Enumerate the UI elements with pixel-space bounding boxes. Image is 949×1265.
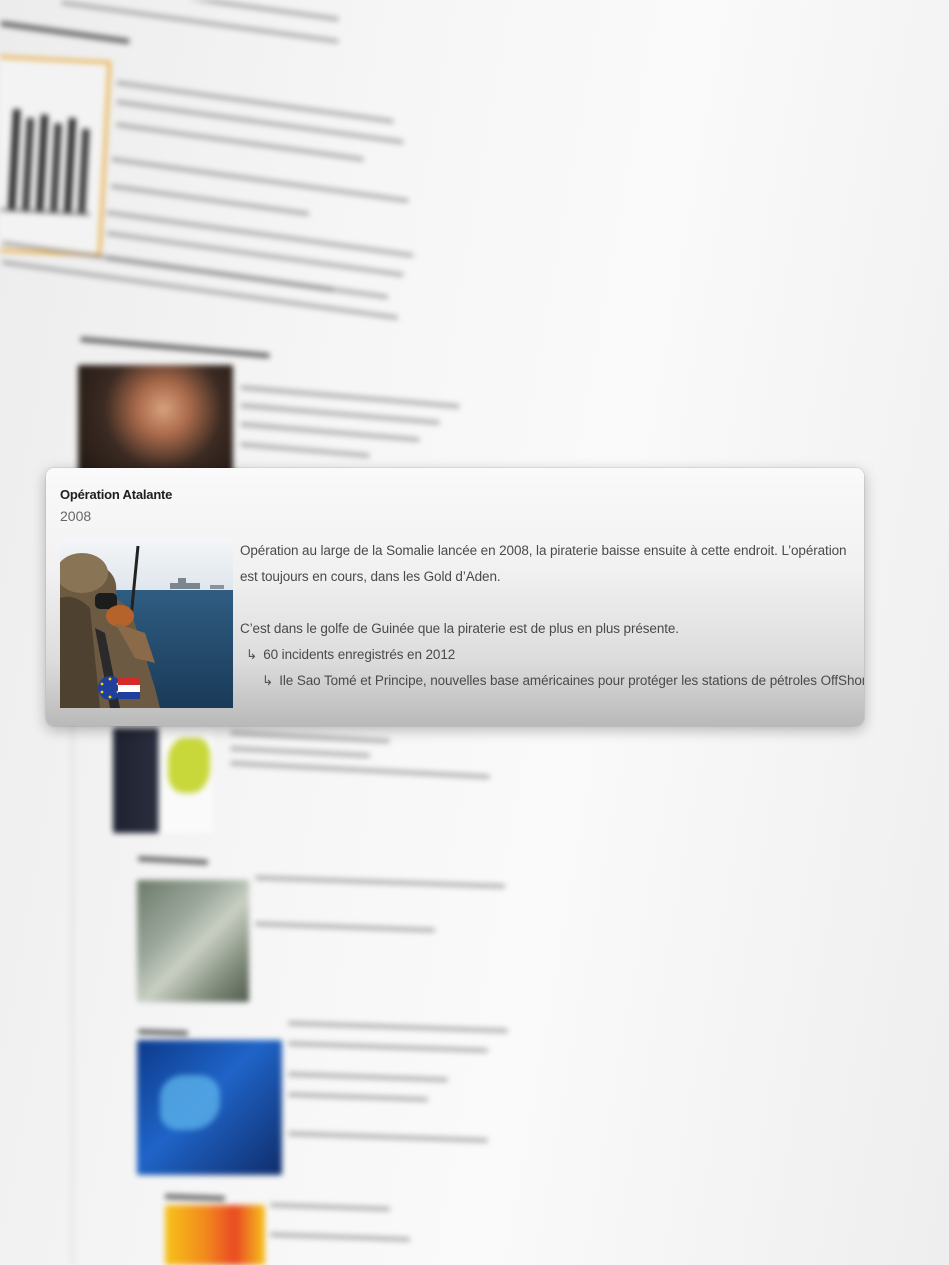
popup-description: Opération au large de la Somalie lancée … — [240, 538, 864, 694]
portrait-thumbnail — [78, 365, 233, 475]
event-popup-card[interactable]: Opération Atalante 2008 Opération au lar… — [46, 468, 864, 726]
chart-thumbnail — [0, 55, 112, 257]
vessel-thumbnail — [137, 880, 249, 1002]
popup-bullet-1: ↳ 60 incidents enregistrés en 2012 — [240, 642, 850, 668]
popup-paragraph-1: Opération au large de la Somalie lancée … — [240, 543, 847, 584]
popup-year: 2008 — [60, 508, 92, 524]
popup-bullet-2: ↳ Ile Sao Tomé et Principe, nouvelles bas… — [240, 668, 864, 694]
bullet-1-text: 60 incidents enregistrés en 2012 — [263, 647, 456, 662]
sub-arrow-icon: ↳ — [246, 647, 258, 662]
soldier-photo — [60, 538, 233, 708]
popup-title: Opération Atalante — [60, 487, 173, 502]
bullet-2-text: Ile Sao Tomé et Principe, nouvelles base… — [279, 673, 864, 688]
poster-thumbnail — [165, 1205, 265, 1265]
popup-paragraph-2: C’est dans le golfe de Guinée que la pir… — [240, 621, 679, 636]
sub-arrow-icon: ↳ — [262, 673, 274, 688]
